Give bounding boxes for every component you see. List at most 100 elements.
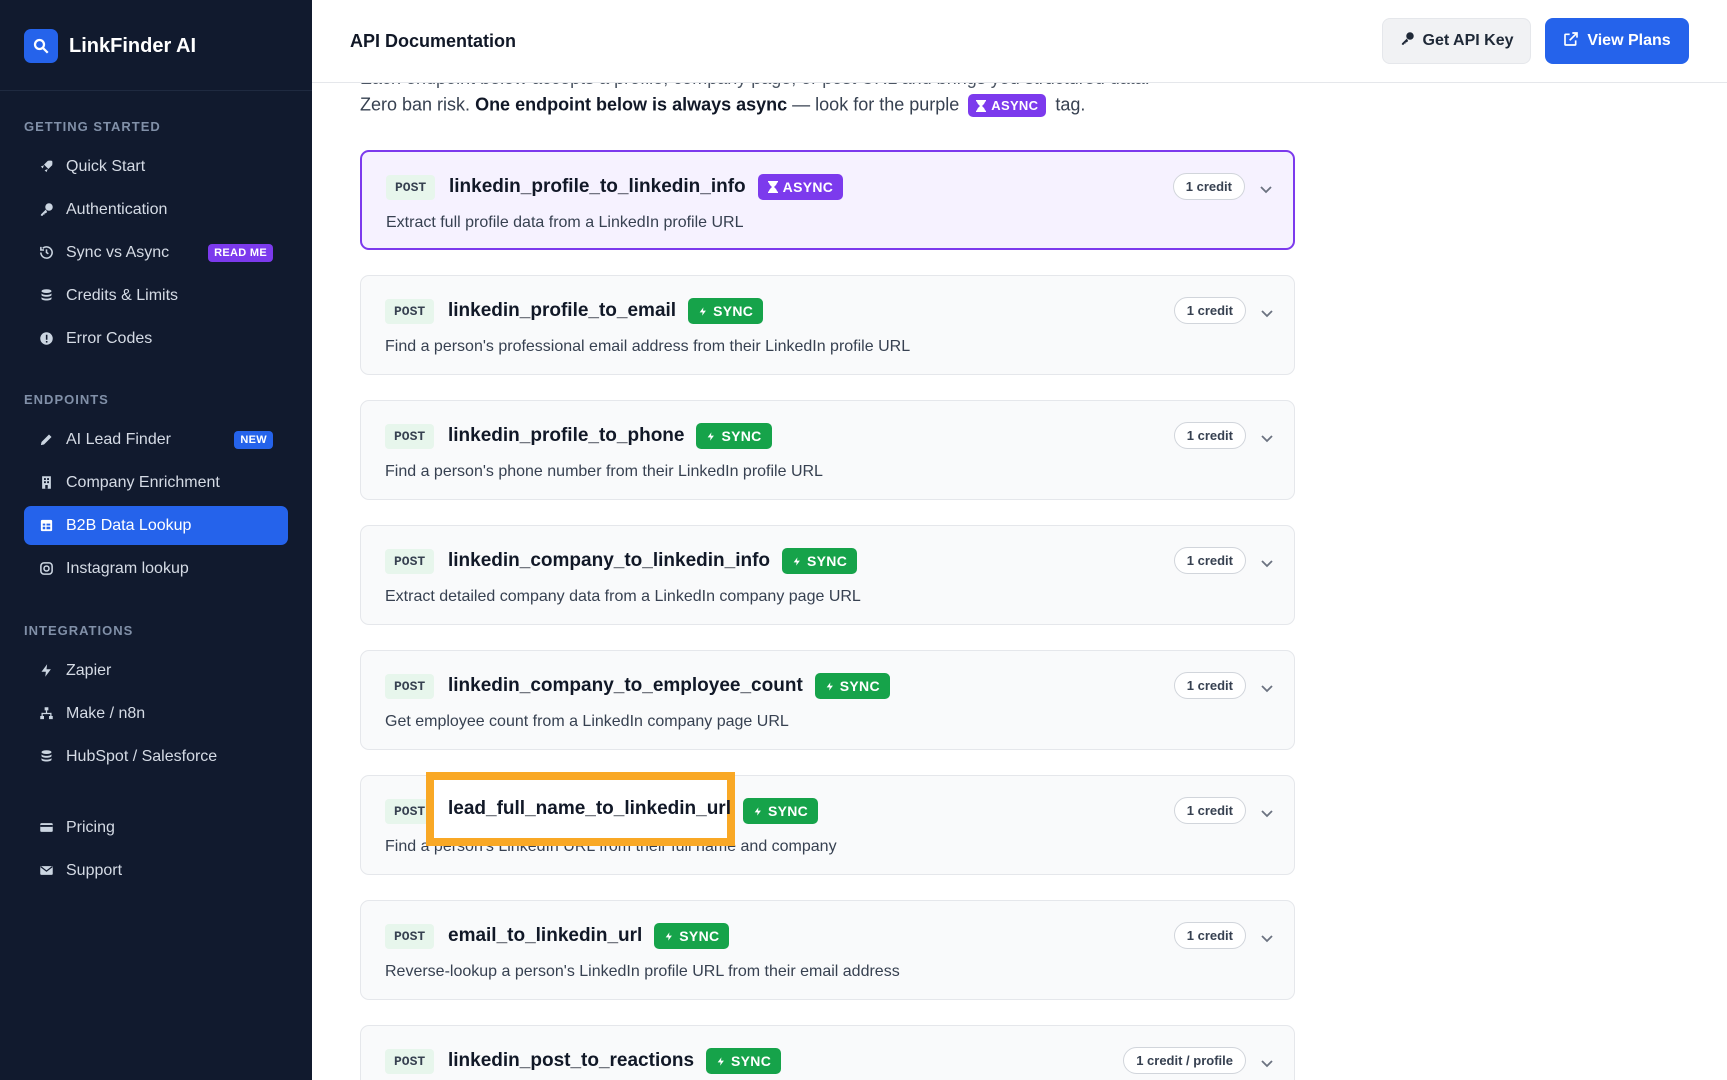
sidebar-item-label: HubSpot / Salesforce xyxy=(66,747,218,765)
sidebar-item-label: B2B Data Lookup xyxy=(66,516,192,534)
endpoint-card[interactable]: POST linkedin_company_to_linkedin_info S… xyxy=(360,525,1295,625)
async-tag-label: ASYNC xyxy=(991,98,1039,113)
intro-end: tag. xyxy=(1055,94,1086,115)
top-header: API Documentation Get API Key View Plans xyxy=(312,0,1727,83)
mode-label: SYNC xyxy=(767,803,809,819)
credit-badge: 1 credit xyxy=(1173,297,1246,324)
chevron-down-icon[interactable] xyxy=(1260,306,1274,320)
sidebar-item-quick-start[interactable]: Quick Start xyxy=(24,147,288,186)
chevron-down-icon[interactable] xyxy=(1260,931,1274,945)
endpoint-name: linkedin_profile_to_phone SYNC xyxy=(448,423,772,449)
chevron-down-icon[interactable] xyxy=(1260,806,1274,820)
highlight-box: lead_full_name_to_linkedin_url xyxy=(426,772,735,846)
view-plans-button[interactable]: View Plans xyxy=(1545,18,1689,64)
sidebar-item-company-enrichment[interactable]: Company Enrichment xyxy=(24,463,288,502)
endpoint-description: Reverse-lookup a person's LinkedIn profi… xyxy=(385,963,900,980)
chevron-down-icon[interactable] xyxy=(1260,1056,1274,1070)
network-icon xyxy=(39,706,54,721)
sync-tag: SYNC xyxy=(782,548,858,574)
sidebar-item-label: Support xyxy=(66,861,123,879)
get-api-key-button[interactable]: Get API Key xyxy=(1382,18,1531,64)
section-endpoints: ENDPOINTS xyxy=(24,392,109,407)
endpoint-description: Get employee count from a LinkedIn compa… xyxy=(385,713,789,730)
bolt-icon xyxy=(717,1056,724,1066)
endpoint-description: Extract full profile data from a LinkedI… xyxy=(386,214,744,231)
chevron-down-icon[interactable] xyxy=(1259,182,1273,196)
sidebar-item-label: AI Lead Finder xyxy=(66,430,171,448)
sidebar-item-authentication[interactable]: Authentication xyxy=(24,190,288,229)
method-badge: POST xyxy=(385,549,435,574)
endpoint-card[interactable]: POST linkedin_post_to_reactions SYNC 1 c… xyxy=(360,1025,1295,1080)
endpoint-card[interactable]: POST email_to_linkedin_url SYNC Reverse-… xyxy=(360,900,1295,1000)
endpoint-name-text: linkedin_profile_to_email xyxy=(448,300,677,321)
credit-badge: 1 credit / profile xyxy=(1123,1047,1246,1074)
endpoint-name: linkedin_post_to_reactions SYNC xyxy=(448,1048,782,1074)
endpoint-card[interactable]: POST linkedin_profile_to_email SYNC Find… xyxy=(360,275,1295,375)
sync-tag: SYNC xyxy=(814,673,890,699)
intro-bold: One endpoint below is always async xyxy=(475,94,788,115)
sidebar-item-instagram-lookup[interactable]: Instagram lookup xyxy=(24,549,288,588)
rocket-icon xyxy=(39,159,54,174)
mode-label: SYNC xyxy=(721,428,762,444)
chevron-down-icon[interactable] xyxy=(1260,556,1274,570)
read-me-badge: READ ME xyxy=(208,243,273,262)
sidebar-item-ai-lead-finder[interactable]: AI Lead Finder NEW xyxy=(24,420,288,459)
sidebar-item-sync-vs-async[interactable]: Sync vs Async READ ME xyxy=(24,233,288,272)
brand[interactable]: LinkFinder AI xyxy=(24,29,196,63)
credit-badge: 1 credit xyxy=(1173,422,1246,449)
alert-circle-icon xyxy=(39,331,54,346)
endpoint-name-text: linkedin_company_to_linkedin_info xyxy=(448,550,771,571)
credit-badge: 1 credit xyxy=(1173,922,1246,949)
sidebar-item-error-codes[interactable]: Error Codes xyxy=(24,319,288,358)
endpoint-name-text: linkedin_profile_to_phone xyxy=(448,425,685,446)
sidebar-item-label: Quick Start xyxy=(66,157,146,175)
sidebar-item-label: Make / n8n xyxy=(66,704,146,722)
page-title: API Documentation xyxy=(350,31,517,51)
async-tag-inline: ASYNC xyxy=(968,94,1047,117)
endpoint-card[interactable]: POST linkedin_profile_to_phone SYNC Find… xyxy=(360,400,1295,500)
sync-tag: SYNC xyxy=(742,798,819,824)
new-badge: NEW xyxy=(234,430,273,449)
endpoint-name: linkedin_company_to_employee_count SYNC xyxy=(448,673,890,699)
endpoint-description: Extract detailed company data from a Lin… xyxy=(385,588,861,605)
highlight-label: lead_full_name_to_linkedin_url xyxy=(448,798,731,819)
pencil-icon xyxy=(39,432,54,447)
mode-label: ASYNC xyxy=(782,179,834,195)
get-api-key-label: Get API Key xyxy=(1422,32,1514,49)
bolt-icon xyxy=(826,681,833,691)
sidebar-item-zapier[interactable]: Zapier xyxy=(24,651,288,690)
bolt-icon xyxy=(793,556,800,566)
divider xyxy=(0,90,312,91)
brand-name: LinkFinder AI xyxy=(69,34,197,57)
async-tag: ASYNC xyxy=(757,174,844,200)
sidebar: LinkFinder AI GETTING STARTED Quick Star… xyxy=(0,0,312,1080)
endpoint-name-text: linkedin_company_to_employee_count xyxy=(448,675,803,696)
endpoint-name: email_to_linkedin_url SYNC xyxy=(448,923,730,949)
endpoint-card[interactable]: POST linkedin_profile_to_linkedin_info A… xyxy=(360,150,1295,250)
bolt-icon xyxy=(39,663,54,678)
instagram-icon xyxy=(39,561,54,576)
method-badge: POST xyxy=(385,424,435,449)
bolt-icon xyxy=(708,431,715,441)
sidebar-item-support[interactable]: Support xyxy=(24,851,288,890)
sidebar-item-label: Credits & Limits xyxy=(66,286,179,304)
method-badge: POST xyxy=(385,1049,435,1074)
key-icon xyxy=(39,202,54,217)
sidebar-item-label: Pricing xyxy=(66,818,115,836)
sidebar-item-label: Error Codes xyxy=(66,329,153,347)
endpoint-card[interactable]: POST linkedin_company_to_employee_count … xyxy=(360,650,1295,750)
sidebar-item-hubspot-salesforce[interactable]: HubSpot / Salesforce xyxy=(24,737,288,776)
bolt-icon xyxy=(754,806,761,816)
sidebar-item-make-n8n[interactable]: Make / n8n xyxy=(24,694,288,733)
sidebar-item-credits-limits[interactable]: Credits & Limits xyxy=(24,276,288,315)
method-badge: POST xyxy=(386,175,436,200)
intro-line-2: Zero ban risk. One endpoint below is alw… xyxy=(360,94,1085,117)
chevron-down-icon[interactable] xyxy=(1260,431,1274,445)
sidebar-item-b2b-data-lookup[interactable]: B2B Data Lookup xyxy=(24,506,288,545)
section-getting-started: GETTING STARTED xyxy=(24,119,161,134)
credit-badge: 1 credit xyxy=(1173,797,1246,824)
sidebar-item-pricing[interactable]: Pricing xyxy=(24,808,288,847)
chevron-down-icon[interactable] xyxy=(1260,681,1274,695)
endpoint-name-text: email_to_linkedin_url xyxy=(448,925,643,946)
search-icon xyxy=(24,29,58,63)
